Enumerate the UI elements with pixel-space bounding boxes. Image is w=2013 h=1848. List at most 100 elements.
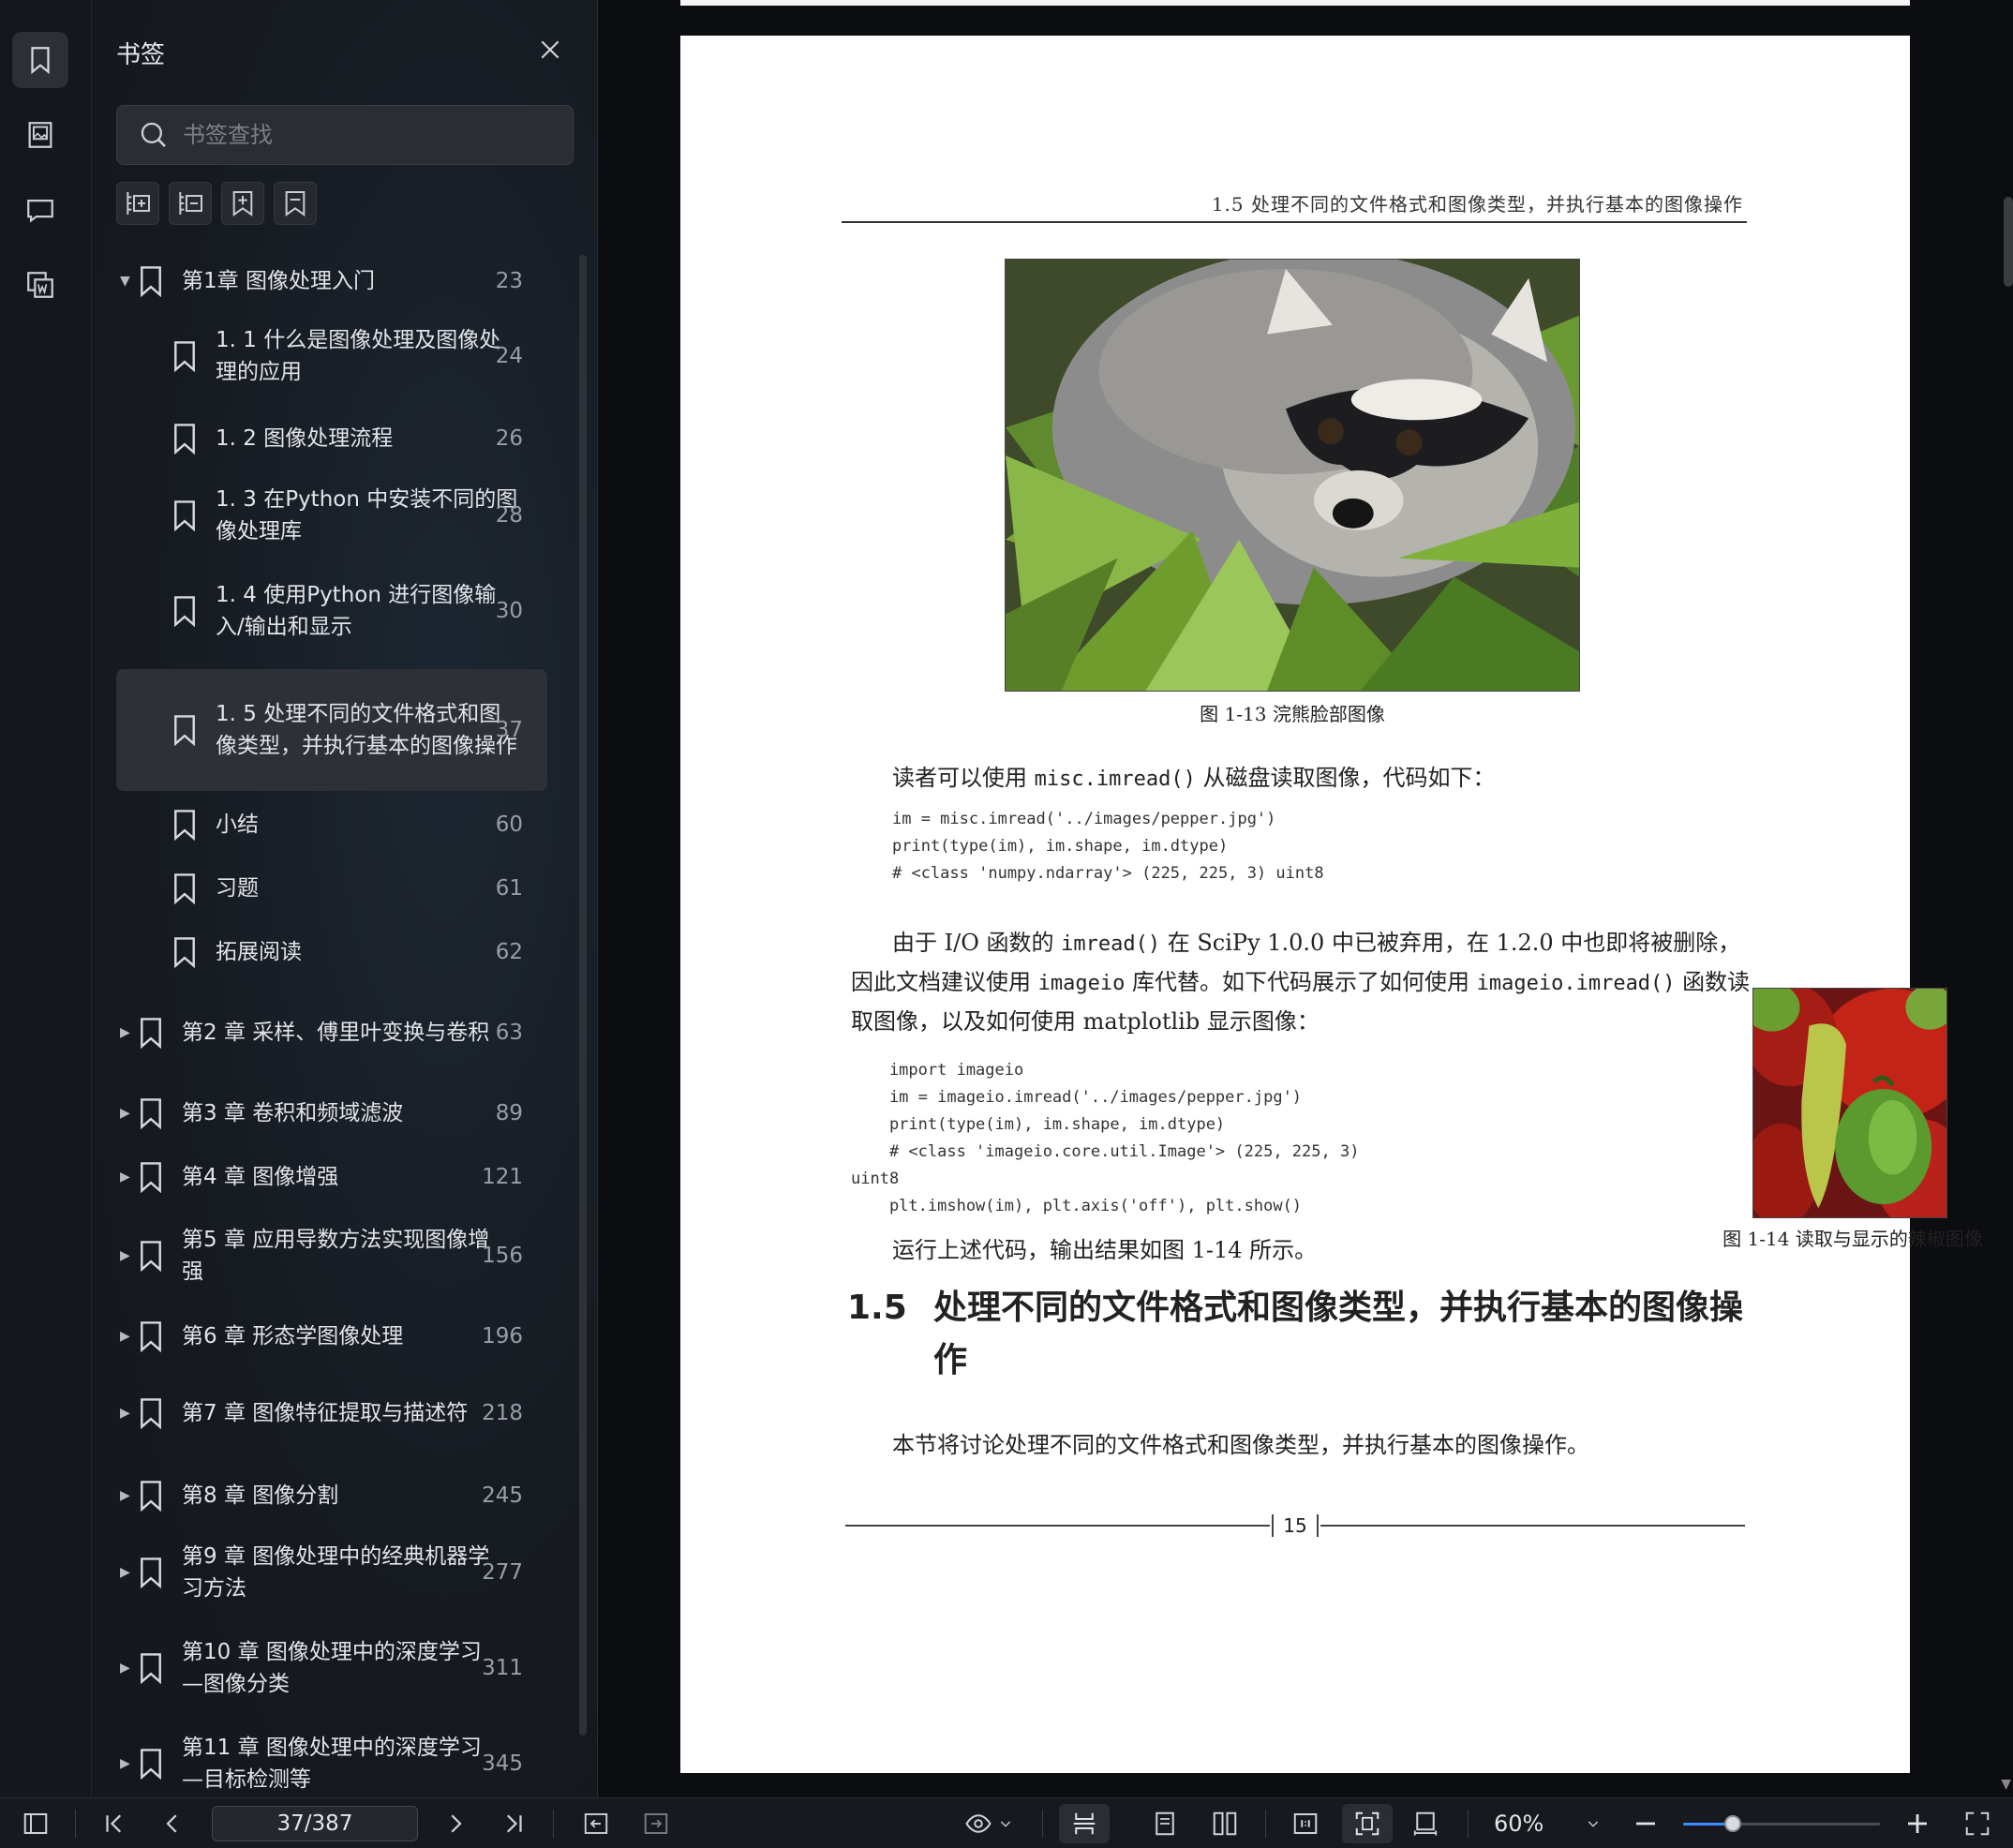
bookmark-item[interactable]: ▶ 第11 章 图像处理中的深度学习—目标检测等 345 — [116, 1724, 547, 1797]
first-page-button[interactable] — [94, 1798, 135, 1848]
zoom-slider[interactable] — [1683, 1815, 1880, 1832]
bookmark-label: 第7 章 图像特征提取与描述符 — [182, 1401, 469, 1425]
next-page-button[interactable] — [435, 1798, 476, 1848]
go-back-button[interactable] — [575, 1798, 617, 1848]
caret-right-icon[interactable]: ▶ — [120, 1320, 130, 1352]
bookmark-item[interactable]: ▶ 第6 章 形态学图像处理 196 — [116, 1310, 547, 1363]
chevron-left-icon — [166, 1814, 177, 1833]
bookmark-icon — [174, 596, 195, 627]
plus-icon — [1908, 1814, 1927, 1833]
toolbar-separator — [1042, 1810, 1043, 1838]
zoom-in-button[interactable] — [1897, 1798, 1938, 1848]
paragraph-1: 读者可以使用 misc.imread() 从磁盘读取图像，代码如下： — [892, 759, 1754, 798]
caret-right-icon[interactable]: ▶ — [120, 1480, 130, 1512]
continuous-scroll-button[interactable] — [1059, 1804, 1110, 1843]
zoom-level[interactable]: 60% — [1494, 1798, 1543, 1848]
bookmark-item[interactable]: 1. 1 什么是图像处理及图像处理的应用 24 — [116, 317, 547, 395]
bookmark-item[interactable]: 小结 60 — [116, 798, 547, 851]
thumbnail-panel-button[interactable] — [12, 107, 68, 163]
bookmark-item[interactable]: 拓展阅读 62 — [116, 926, 547, 978]
paragraph-3: 运行上述代码，输出结果如图 1-14 所示。 — [892, 1237, 1318, 1263]
single-page-button[interactable] — [1141, 1798, 1188, 1848]
toolbar-separator — [1468, 1810, 1469, 1838]
document-viewer[interactable]: 1.5 处理不同的文件格式和图像类型，并执行基本的图像操作 图 1-13 浣熊脸… — [598, 0, 2013, 1797]
page-number-input[interactable] — [212, 1806, 418, 1841]
bookmark-label: 第10 章 图像处理中的深度学习—图像分类 — [182, 1640, 482, 1696]
fullscreen-button[interactable] — [1957, 1798, 1998, 1848]
bookmark-item[interactable]: ▶ 第2 章 采样、傅里叶变换与卷积 63 — [116, 993, 547, 1072]
bookmark-label: 第9 章 图像处理中的经典机器学习方法 — [182, 1544, 490, 1601]
caret-right-icon[interactable]: ▶ — [120, 1652, 130, 1684]
bookmark-label: 第1章 图像处理入门 — [182, 269, 375, 293]
previous-page-button[interactable] — [152, 1798, 193, 1848]
bookmark-item[interactable]: 1. 5 处理不同的文件格式和图像类型，并执行基本的图像操作 37 — [116, 669, 547, 791]
icon-rail — [0, 0, 92, 1797]
caret-right-icon[interactable]: ▶ — [120, 1097, 130, 1129]
word-convert-button[interactable] — [12, 257, 68, 313]
go-forward-button[interactable] — [635, 1798, 677, 1848]
chevron-down-icon — [1000, 1821, 1011, 1827]
bookmark-item[interactable]: ▶ 第9 章 图像处理中的经典机器学习方法 277 — [116, 1533, 547, 1612]
bookmark-label: 第3 章 卷积和频域滤波 — [182, 1101, 404, 1125]
bookmark-icon — [141, 1481, 161, 1512]
bookmark-page-number: 61 — [495, 876, 523, 901]
zoom-out-button[interactable] — [1625, 1798, 1666, 1848]
bookmark-item[interactable]: 1. 2 图像处理流程 26 — [116, 412, 547, 465]
panel-scrollbar[interactable] — [579, 255, 587, 1736]
bookmark-item[interactable]: 习题 61 — [116, 862, 547, 915]
bookmark-item[interactable]: ▶ 第8 章 图像分割 245 — [116, 1469, 547, 1522]
zoom-slider-handle[interactable] — [1723, 1815, 1741, 1832]
toolbar-separator — [75, 1810, 76, 1838]
go-back-icon — [584, 1813, 608, 1834]
single-page-icon — [1156, 1811, 1174, 1836]
last-page-icon — [506, 1814, 522, 1833]
text-span: 由于 I/O 函数的 — [892, 930, 1062, 956]
caret-down-icon[interactable]: ▼ — [120, 265, 130, 297]
fit-page-icon — [1355, 1811, 1379, 1836]
fit-page-button[interactable] — [1342, 1804, 1393, 1843]
caret-right-icon[interactable]: ▶ — [120, 1397, 130, 1429]
reading-mode-dropdown[interactable] — [956, 1798, 1021, 1848]
caret-right-icon[interactable]: ▶ — [120, 1748, 130, 1780]
bookmark-item[interactable]: ▶ 第10 章 图像处理中的深度学习—图像分类 311 — [116, 1629, 547, 1707]
fullscreen-icon — [1965, 1811, 1990, 1836]
comment-panel-button[interactable] — [12, 182, 68, 238]
text-span: 读者可以使用 — [892, 765, 1035, 791]
bookmark-list: ▼ 第1章 图像处理入门 23 1. 1 什么是图像处理及图像处理的应用 24 1. 2 … — [92, 0, 597, 1797]
paragraph-2: 由于 I/O 函数的 imread() 在 SciPy 1.0.0 中已被弃用，… — [851, 924, 1756, 1040]
caret-right-icon[interactable]: ▶ — [120, 1161, 130, 1193]
toolbar-separator — [1265, 1810, 1266, 1838]
bookmark-icon — [141, 1241, 161, 1272]
minus-icon — [1636, 1822, 1655, 1826]
inline-code: imread() — [1061, 932, 1161, 956]
fit-width-button[interactable] — [1402, 1798, 1449, 1848]
zoom-dropdown-button[interactable] — [1576, 1798, 1610, 1848]
bookmark-page-number: 277 — [482, 1560, 523, 1585]
bookmark-panel: 书签 ▼第1章 图像处理入门231. 1 什么是图像处理及图像处理的应用241.… — [92, 0, 598, 1797]
bookmark-page-number: 196 — [482, 1324, 523, 1349]
bookmark-item[interactable]: ▶ 第7 章 图像特征提取与描述符 218 — [116, 1374, 547, 1453]
last-page-button[interactable] — [493, 1798, 534, 1848]
bookmark-label: 第6 章 形态学图像处理 — [182, 1324, 404, 1349]
actual-size-button[interactable] — [1282, 1798, 1329, 1848]
bookmark-item[interactable]: ▼ 第1章 图像处理入门 23 — [116, 255, 547, 307]
bookmark-item[interactable]: ▶ 第5 章 应用导数方法实现图像增强 156 — [116, 1216, 547, 1295]
first-page-icon — [106, 1814, 122, 1833]
bookmark-panel-button[interactable] — [12, 32, 68, 88]
raccoon-figure — [1005, 259, 1580, 692]
bookmark-label: 第2 章 采样、傅里叶变换与卷积 — [182, 1021, 490, 1045]
toggle-sidebar-button[interactable] — [15, 1798, 56, 1848]
bookmark-item[interactable]: ▶ 第3 章 卷积和频域滤波 89 — [116, 1087, 547, 1140]
bookmark-item[interactable]: 1. 4 使用Python 进行图像输入/输出和显示 30 — [116, 572, 547, 650]
bookmark-item[interactable]: ▶ 第4 章 图像增强 121 — [116, 1151, 547, 1203]
caret-right-icon[interactable]: ▶ — [120, 1017, 130, 1049]
scroll-down-arrow-icon[interactable]: ▼ — [2001, 1777, 2011, 1792]
caret-right-icon[interactable]: ▶ — [120, 1557, 130, 1588]
bookmark-icon — [141, 1749, 161, 1780]
document-scrollbar[interactable] — [2004, 197, 2013, 287]
bookmark-item[interactable]: 1. 3 在Python 中安装不同的图像处理库 28 — [116, 476, 547, 555]
two-page-button[interactable] — [1201, 1798, 1248, 1848]
bookmark-icon — [174, 424, 195, 455]
paragraph-4: 本节将讨论处理不同的文件格式和图像类型，并执行基本的图像操作。 — [892, 1432, 1589, 1458]
caret-right-icon[interactable]: ▶ — [120, 1240, 130, 1272]
